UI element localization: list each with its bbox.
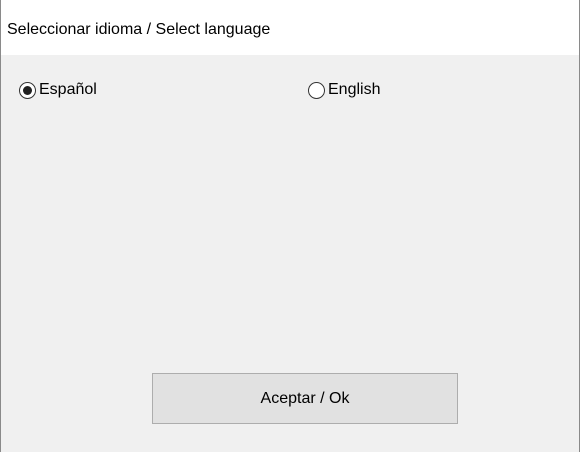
title-bar[interactable]: Seleccionar idioma / Select language bbox=[1, 0, 579, 55]
language-dialog: Seleccionar idioma / Select language Esp… bbox=[0, 0, 580, 452]
radio-english-label[interactable]: English bbox=[328, 80, 380, 100]
radio-espanol[interactable]: Español bbox=[19, 78, 97, 102]
radio-unselected-icon[interactable] bbox=[308, 81, 325, 99]
window-title: Seleccionar idioma / Select language bbox=[7, 21, 271, 38]
radio-english[interactable]: English bbox=[308, 78, 380, 102]
radio-espanol-label[interactable]: Español bbox=[39, 80, 97, 100]
radio-selected-icon[interactable] bbox=[19, 81, 36, 99]
radio-dot-icon bbox=[23, 85, 32, 95]
dialog-body: Español English Aceptar / Ok bbox=[1, 55, 579, 452]
accept-ok-button[interactable]: Aceptar / Ok bbox=[152, 373, 458, 424]
